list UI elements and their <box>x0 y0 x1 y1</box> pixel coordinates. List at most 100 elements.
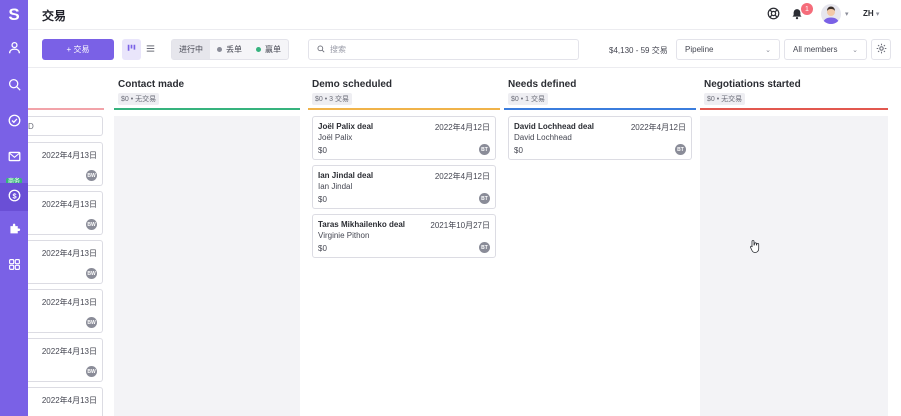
sidebar-item-mail[interactable] <box>0 144 28 172</box>
deal-date: 2022年4月12日 <box>630 123 686 132</box>
owner-avatar: BW <box>86 268 97 279</box>
dollar-icon: $ <box>8 189 21 205</box>
column-drop-area[interactable] <box>114 116 300 416</box>
column-color-bar <box>308 108 500 110</box>
kanban-view-button[interactable] <box>122 39 141 60</box>
deal-card[interactable]: 2022年4月13日 <box>28 387 103 416</box>
owner-avatar: BT <box>479 193 490 204</box>
board-column-demo-scheduled: Demo scheduled $0 • 3 交易 Joël Palix deal… <box>308 68 500 416</box>
deal-date: 2022年4月13日 <box>41 396 97 405</box>
puzzle-icon <box>8 222 21 238</box>
filter-label: 丢单 <box>226 45 242 54</box>
list-icon <box>146 44 155 56</box>
view-toggle <box>122 39 160 60</box>
list-view-button[interactable] <box>141 39 160 60</box>
deal-date: 2022年4月13日 <box>41 249 97 258</box>
board-settings-button[interactable] <box>871 39 891 60</box>
filter-lost[interactable]: 丢单 <box>210 40 249 59</box>
sidebar-item-integrations[interactable] <box>0 216 28 244</box>
deal-title: Joël Palix deal <box>318 122 374 131</box>
column-color-bar <box>700 108 888 110</box>
deal-date: 2022年4月13日 <box>41 200 97 209</box>
filter-label: 赢单 <box>265 45 281 54</box>
pipeline-select[interactable]: Pipeline ⌄ <box>676 39 780 60</box>
search-icon <box>8 78 21 94</box>
column-title: Demo scheduled <box>312 79 393 90</box>
filter-open[interactable]: 进行中 <box>172 40 210 59</box>
filter-won[interactable]: 赢单 <box>249 40 288 59</box>
deal-contact: Joël Palix <box>318 133 353 142</box>
status-filter: 进行中 丢单 赢单 <box>171 39 289 60</box>
column-summary: $0 • 3 交易 <box>312 93 352 105</box>
mail-icon <box>8 150 21 166</box>
toolbar: + 交易 进行中 丢单 赢单 $4,130 - 59 交易 Pipeline ⌄… <box>28 30 901 68</box>
gear-icon <box>876 43 887 57</box>
deal-date: 2021年10月27日 <box>430 221 490 230</box>
sidebar-item-deals[interactable]: $ <box>0 183 28 211</box>
deal-date: 2022年4月13日 <box>41 347 97 356</box>
deal-date: 2022年4月12日 <box>434 172 490 181</box>
column-summary: $0 • 1 交易 <box>508 93 548 105</box>
sidebar-item-contacts[interactable] <box>0 35 28 63</box>
sidebar-item-tasks[interactable] <box>0 108 28 136</box>
column-title: Negotiations started <box>704 79 801 90</box>
chevron-down-icon: ▾ <box>875 11 880 18</box>
members-select[interactable]: All members ⌄ <box>784 39 867 60</box>
owner-avatar: BT <box>479 242 490 253</box>
search-icon <box>317 44 325 56</box>
owner-avatar: BT <box>675 144 686 155</box>
kanban-icon <box>127 44 136 56</box>
deal-card[interactable]: 2022年4月13日 BW <box>28 191 103 235</box>
deal-card[interactable]: Taras Mikhailenko deal 2021年10月27日 Virgi… <box>312 214 496 258</box>
deal-date: 2022年4月13日 <box>41 298 97 307</box>
deal-card[interactable]: Ian Jindal deal 2022年4月12日 Ian Jindal $0… <box>312 165 496 209</box>
chevron-down-icon[interactable]: ▾ <box>845 10 849 18</box>
owner-avatar: BW <box>86 366 97 377</box>
deal-value: $0 <box>318 244 327 253</box>
column-title: Contact made <box>118 79 185 90</box>
lost-dot-icon <box>217 47 222 52</box>
owner-avatar: BT <box>479 144 490 155</box>
deal-value: $0 <box>318 146 327 155</box>
user-avatar[interactable] <box>821 4 841 24</box>
chevron-down-icon: ⌄ <box>765 46 771 54</box>
deal-card[interactable]: 2022年4月13日 BW <box>28 289 103 333</box>
contacts-icon <box>8 41 21 57</box>
owner-avatar: BW <box>86 170 97 181</box>
deals-summary: $4,130 - 59 交易 <box>609 46 668 55</box>
search-box[interactable] <box>308 39 579 60</box>
lifebuoy-icon <box>767 7 780 23</box>
board-column-negotiations-started: Negotiations started $0 • 无交易 <box>700 68 888 416</box>
column-drop-area[interactable] <box>700 116 888 416</box>
app-logo[interactable]: S <box>0 0 28 30</box>
board-column-partial: D 2022年4月13日 BW 2022年4月13日 BW 2022年4月13日 BW… <box>28 68 104 416</box>
language-switcher[interactable]: ZH ▾ <box>863 9 879 18</box>
notification-badge: 1 <box>801 3 813 15</box>
pipeline-select-value: Pipeline <box>685 45 714 54</box>
search-input[interactable] <box>330 45 570 54</box>
deal-card[interactable]: Joël Palix deal 2022年4月12日 Joël Palix $0… <box>312 116 496 160</box>
deal-title: Taras Mikhailenko deal <box>318 220 405 229</box>
deal-date: 2022年4月12日 <box>434 123 490 132</box>
members-select-value: All members <box>793 45 838 54</box>
hand-cursor-icon <box>750 240 760 253</box>
add-deal-button[interactable]: + 交易 <box>42 39 114 60</box>
column-summary: $0 • 无交易 <box>118 93 160 105</box>
deal-card[interactable]: David Lochhead deal 2022年4月12日 David Loc… <box>508 116 692 160</box>
sidebar-item-apps[interactable] <box>0 252 28 280</box>
deal-card[interactable]: 2022年4月13日 BW <box>28 142 103 186</box>
sidebar-item-search[interactable] <box>0 72 28 100</box>
quick-add-input[interactable]: D <box>28 116 103 136</box>
deal-date: 2022年4月13日 <box>41 151 97 160</box>
quick-add-value: D <box>28 122 34 131</box>
deal-card[interactable]: 2022年4月13日 BW <box>28 338 103 382</box>
column-title: Needs defined <box>508 79 577 90</box>
column-summary: $0 • 无交易 <box>704 93 746 105</box>
help-button[interactable] <box>766 7 780 23</box>
sidebar: S 商务 $ <box>0 0 28 416</box>
language-label: ZH <box>863 9 874 18</box>
chevron-down-icon: ⌄ <box>852 46 858 54</box>
svg-text:$: $ <box>12 191 16 200</box>
deal-card[interactable]: 2022年4月13日 BW <box>28 240 103 284</box>
deal-title: Ian Jindal deal <box>318 171 374 180</box>
